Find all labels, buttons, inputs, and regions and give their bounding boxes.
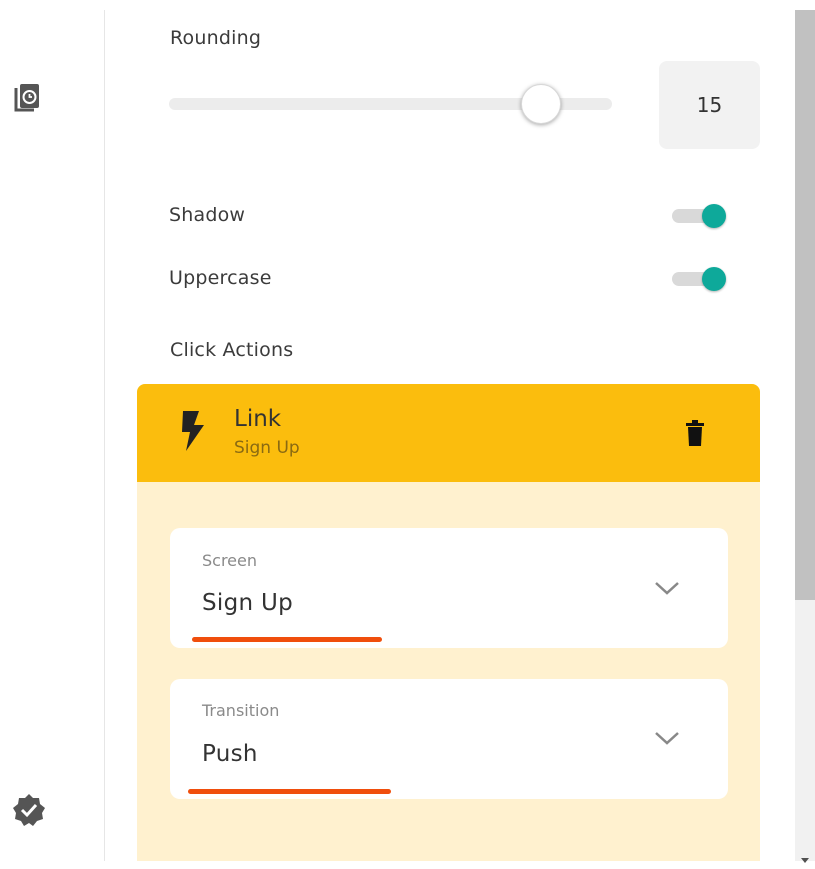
page-clock-icon[interactable] <box>13 82 41 114</box>
chevron-down-icon[interactable] <box>654 730 680 746</box>
transition-label: Transition <box>202 701 280 720</box>
rounding-slider-thumb[interactable] <box>521 84 562 124</box>
scroll-down-arrow-icon[interactable] <box>798 850 812 863</box>
rail-divider <box>104 10 105 861</box>
transition-focus-underline <box>188 789 391 794</box>
lightning-bolt-icon <box>180 410 206 452</box>
rounding-value-input[interactable]: 15 <box>659 61 760 149</box>
uppercase-label: Uppercase <box>169 267 272 289</box>
screen-select[interactable]: Screen Sign Up <box>170 528 728 648</box>
transition-select[interactable]: Transition Push <box>170 679 728 799</box>
left-rail <box>0 0 104 861</box>
action-card-header[interactable] <box>137 384 760 482</box>
verified-check-icon[interactable] <box>12 793 46 827</box>
action-title: Link <box>234 406 282 432</box>
trash-icon[interactable] <box>685 419 705 447</box>
click-actions-label: Click Actions <box>170 339 294 361</box>
rounding-label: Rounding <box>170 27 262 49</box>
chevron-down-icon[interactable] <box>654 580 680 596</box>
action-subtitle: Sign Up <box>234 438 300 458</box>
shadow-toggle[interactable] <box>670 201 730 229</box>
shadow-label: Shadow <box>169 204 246 226</box>
screen-focus-underline <box>192 637 382 642</box>
scrollbar-thumb[interactable] <box>795 10 815 600</box>
screen-label: Screen <box>202 551 258 570</box>
transition-value: Push <box>202 741 258 767</box>
screen-value: Sign Up <box>202 590 294 616</box>
uppercase-toggle[interactable] <box>670 264 730 292</box>
